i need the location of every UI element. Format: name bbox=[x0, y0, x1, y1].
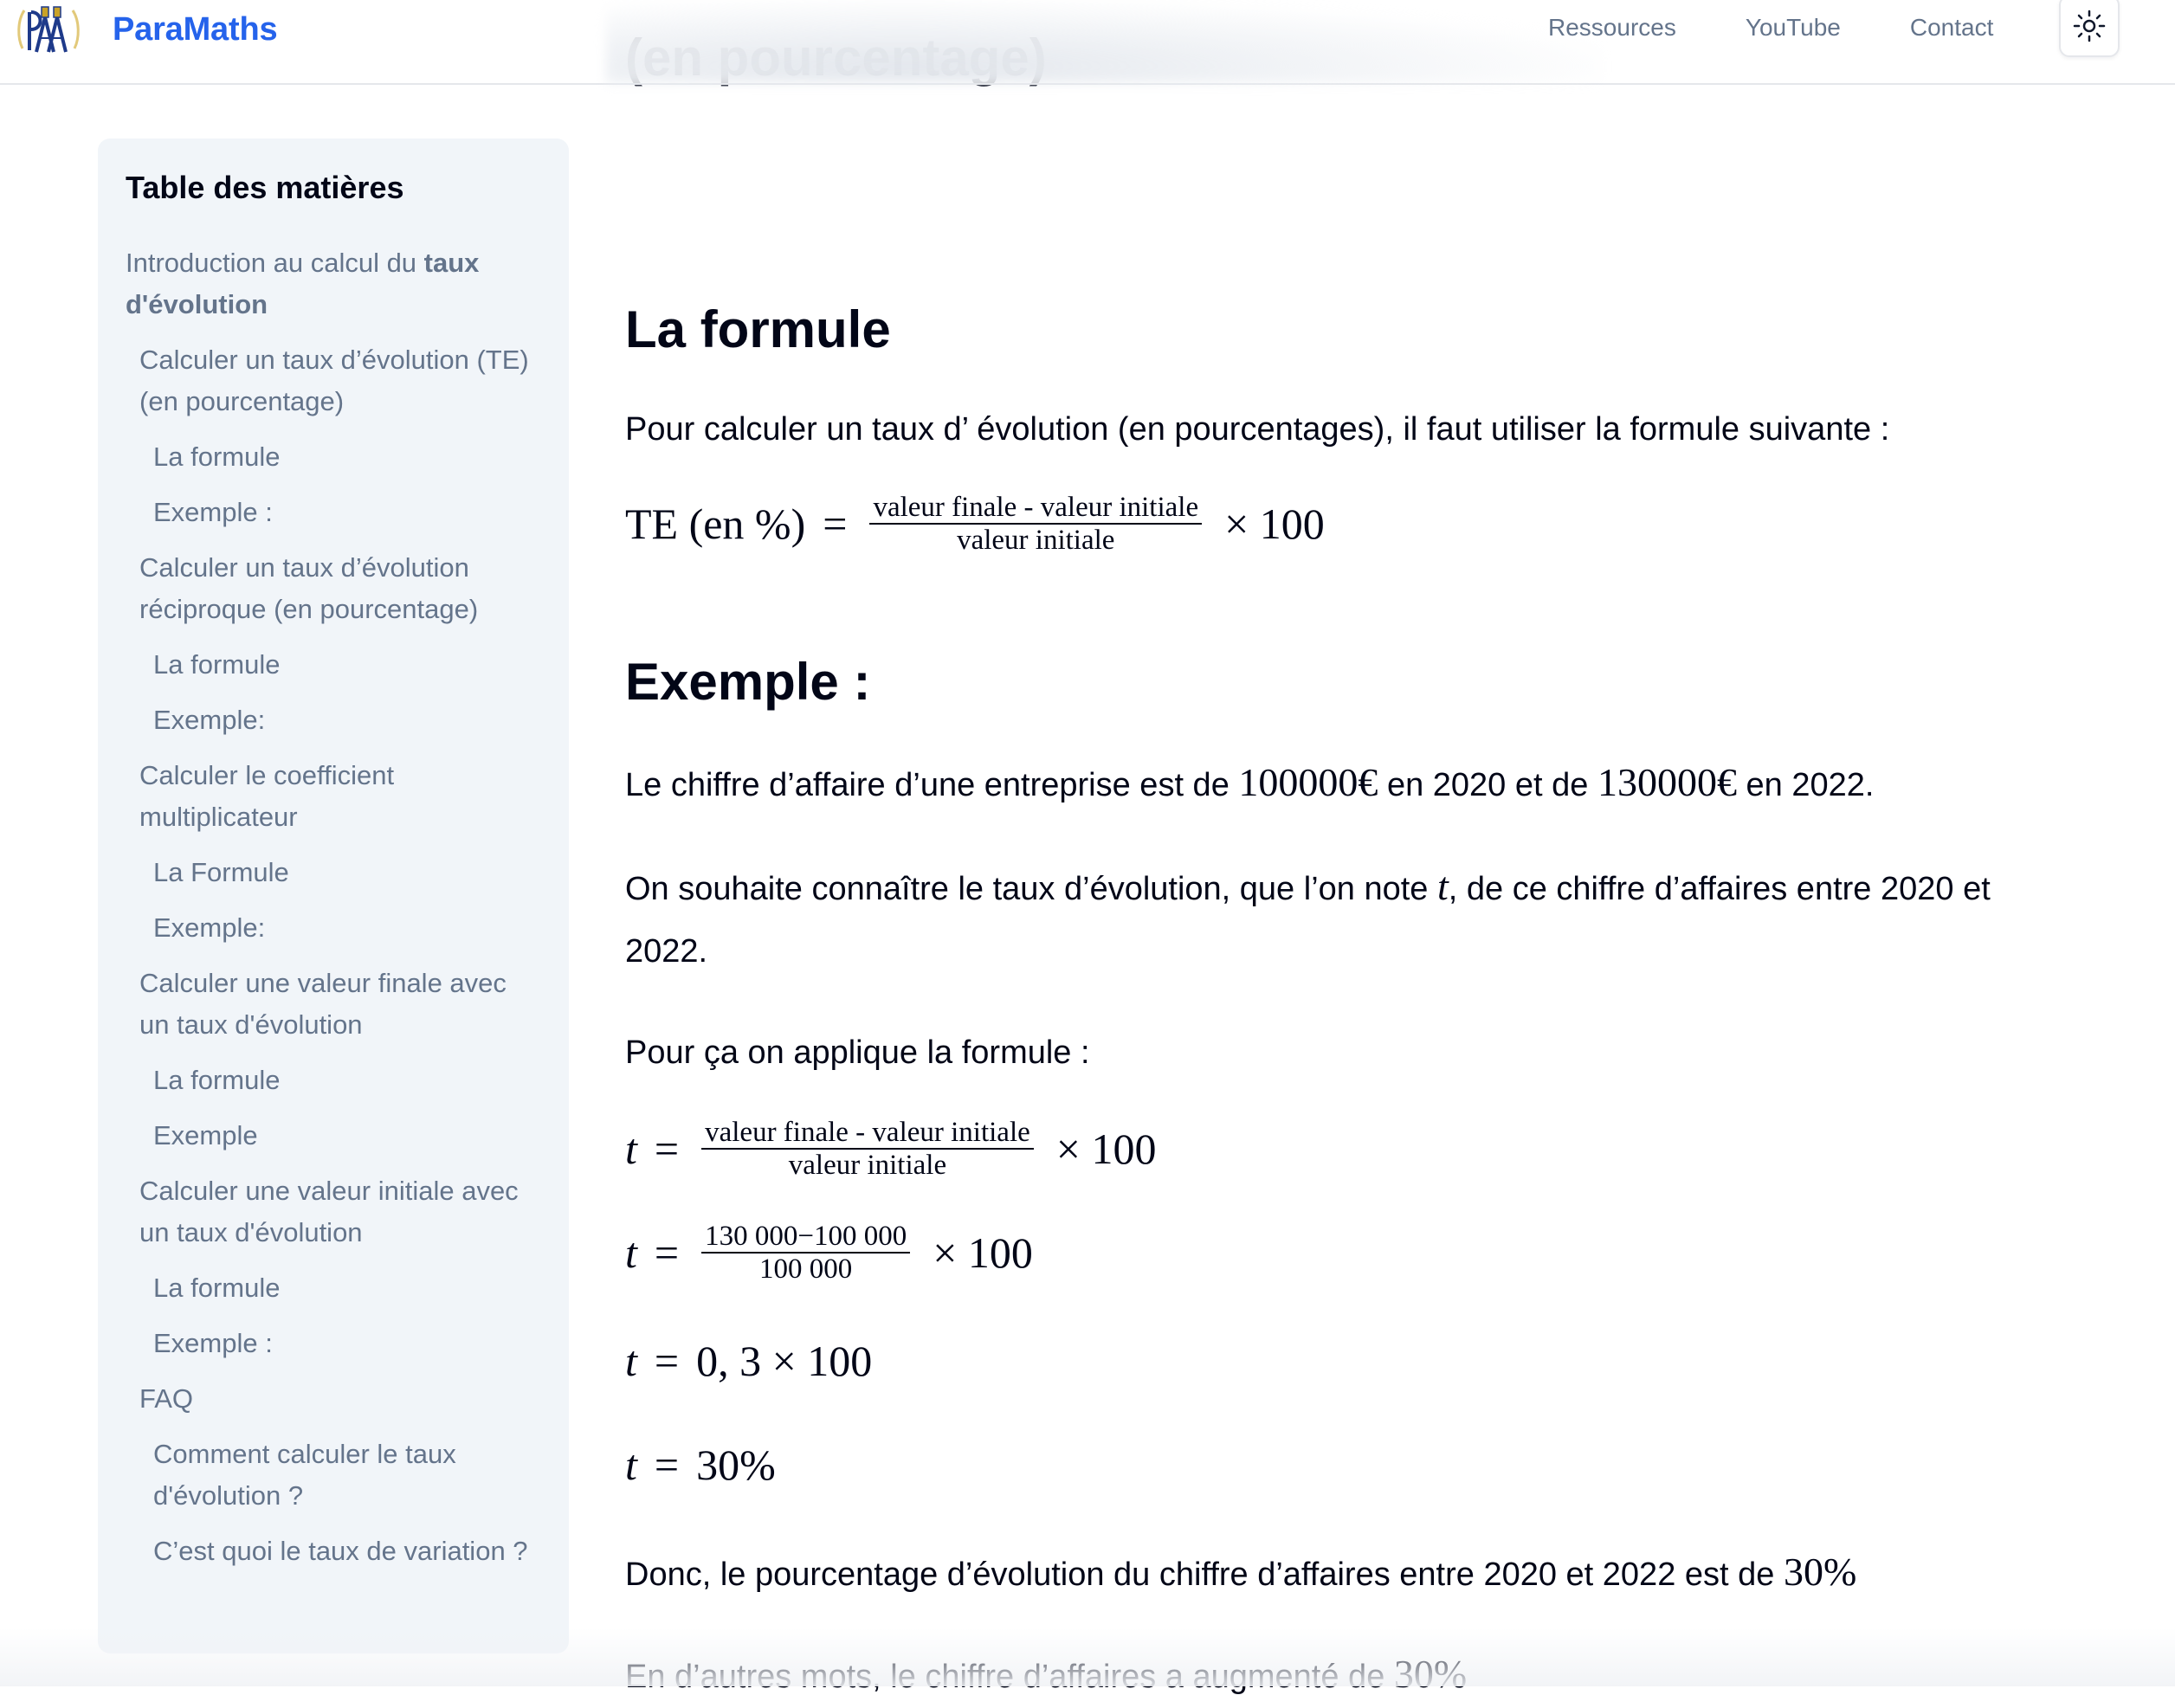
example-conclusion: Donc, le pourcentage d’évolution du chif… bbox=[625, 1550, 1857, 1594]
toc-item[interactable]: La formule bbox=[126, 1267, 541, 1309]
nav-link-contact[interactable]: Contact bbox=[1910, 12, 1994, 43]
section-heading-example: Exemple : bbox=[625, 653, 871, 711]
equation-step-2: t = 130 000−100 000 100 000 × 100 bbox=[625, 1221, 1033, 1285]
toc-item[interactable]: Calculer un taux d’évolution (TE) (en po… bbox=[126, 339, 541, 422]
toc-title: Table des matières bbox=[126, 170, 404, 205]
toc-list: Introduction au calcul du taux d'évoluti… bbox=[126, 242, 541, 1586]
theme-toggle-button[interactable] bbox=[2059, 0, 2120, 57]
nav-link-ressources[interactable]: Ressources bbox=[1548, 12, 1676, 43]
toc-item[interactable]: Exemple: bbox=[126, 907, 541, 949]
site-header: ParaMaths Ressources YouTube Contact bbox=[0, 0, 2175, 85]
sun-icon bbox=[2073, 10, 2106, 42]
formula-fraction: valeur finale - valeur initiale valeur i… bbox=[869, 492, 1203, 556]
section-heading-formula: La formule bbox=[625, 300, 891, 358]
toc-item[interactable]: Exemple : bbox=[126, 1323, 541, 1364]
example-paragraph-2: On souhaite connaître le taux d’évolutio… bbox=[625, 864, 1991, 970]
top-nav: Ressources YouTube Contact bbox=[1548, 12, 2062, 43]
toc-item[interactable]: Exemple : bbox=[126, 492, 541, 533]
table-of-contents: Table des matières Introduction au calcu… bbox=[98, 139, 569, 1653]
toc-item[interactable]: Introduction au calcul du taux d'évoluti… bbox=[126, 242, 541, 325]
toc-item[interactable]: La formule bbox=[126, 1060, 541, 1101]
toc-item[interactable]: Calculer le coefficient multiplicateur bbox=[126, 755, 541, 838]
equation-step-3: t = 0, 3 × 100 bbox=[625, 1337, 873, 1385]
brand-name: ParaMaths bbox=[113, 10, 278, 48]
formula-intro-text: Pour calculer un taux d’ évolution (en p… bbox=[625, 411, 1890, 448]
toc-item[interactable]: La formule bbox=[126, 644, 541, 686]
toc-item[interactable]: FAQ bbox=[126, 1378, 541, 1420]
equation-step-4: t = 30% bbox=[625, 1441, 776, 1489]
toc-item[interactable]: Calculer une valeur initiale avec un tau… bbox=[126, 1170, 541, 1254]
example-paragraph-3: Pour ça on applique la formule : bbox=[625, 1034, 1090, 1071]
toc-item[interactable]: Exemple bbox=[126, 1115, 541, 1157]
toc-item[interactable]: La Formule bbox=[126, 852, 541, 893]
header-backdrop-blur bbox=[606, 0, 1602, 83]
toc-item[interactable]: C’est quoi le taux de variation ? bbox=[126, 1531, 541, 1572]
toc-item[interactable]: Comment calculer le taux d'évolution ? bbox=[126, 1434, 541, 1517]
toc-item[interactable]: La formule bbox=[126, 436, 541, 478]
toc-item[interactable]: Calculer une valeur finale avec un taux … bbox=[126, 963, 541, 1046]
toc-item[interactable]: Calculer un taux d’évolution réciproque … bbox=[126, 547, 541, 630]
equation-step-1: t = valeur finale - valeur initiale vale… bbox=[625, 1117, 1157, 1181]
toc-item[interactable]: Exemple: bbox=[126, 699, 541, 741]
brand-home-link[interactable]: ParaMaths bbox=[16, 3, 278, 55]
nav-link-youtube[interactable]: YouTube bbox=[1746, 12, 1841, 43]
example-paragraph-1: Le chiffre d’affaire d’une entreprise es… bbox=[625, 760, 1875, 804]
example-summary: En d’autres mots, le chiffre d’affaires … bbox=[625, 1652, 1468, 1696]
compass-logo-icon bbox=[17, 6, 80, 53]
formula-te: TE (en %) = valeur finale - valeur initi… bbox=[625, 492, 1325, 556]
